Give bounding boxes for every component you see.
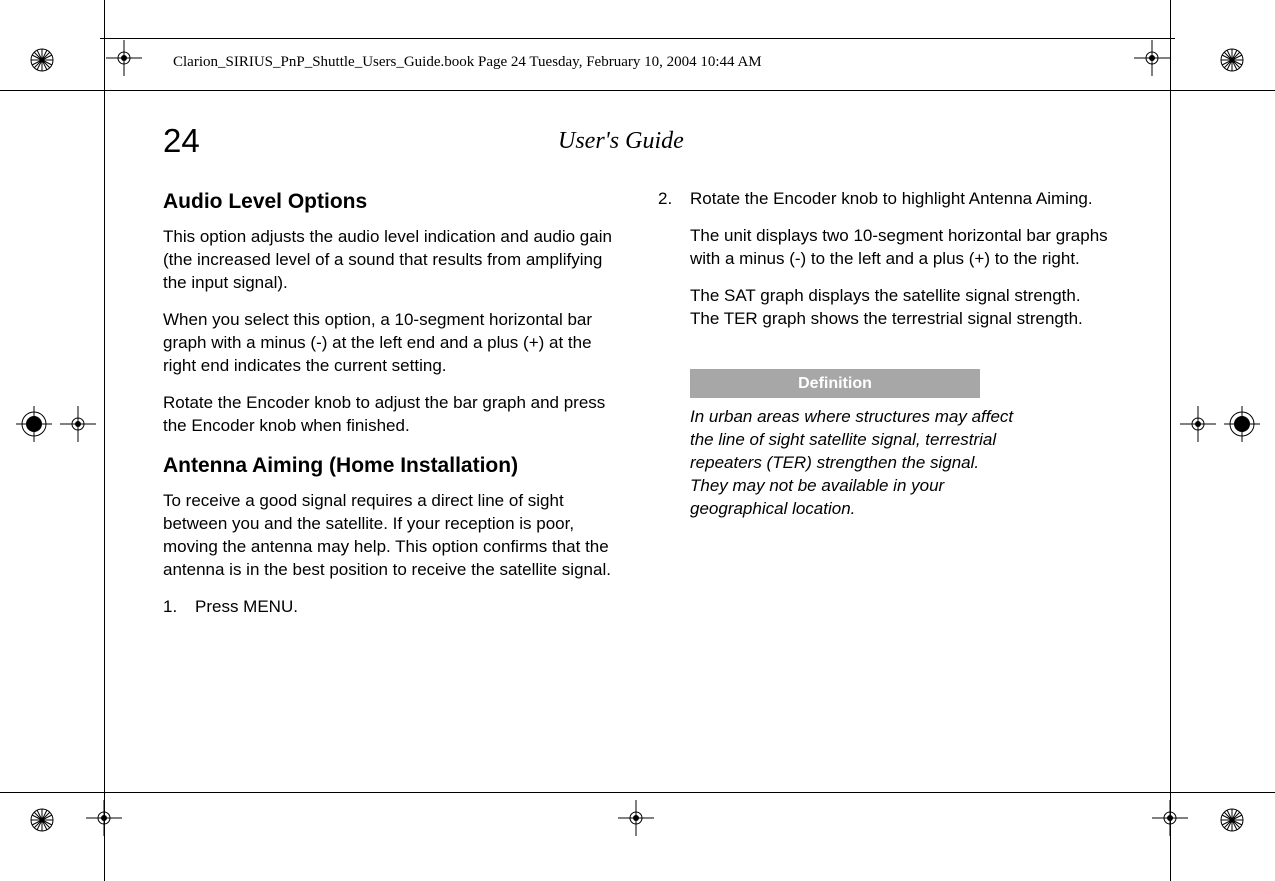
body-text: The SAT graph displays the satellite sig… bbox=[690, 285, 1113, 331]
page-number: 24 bbox=[163, 122, 200, 160]
definition-box: Definition In urban areas where structur… bbox=[690, 369, 1020, 521]
cross-mark-icon bbox=[60, 406, 96, 442]
cross-mark-icon bbox=[106, 40, 142, 76]
cross-mark-icon bbox=[618, 800, 654, 836]
heading-antenna-aiming: Antenna Aiming (Home Installation) bbox=[163, 452, 618, 480]
body-text: This option adjusts the audio level indi… bbox=[163, 226, 618, 295]
step-text: Rotate the Encoder knob to highlight Ant… bbox=[690, 188, 1113, 345]
definition-body: In urban areas where structures may affe… bbox=[690, 406, 1020, 521]
reg-mark-icon bbox=[24, 42, 60, 78]
cross-mark-icon bbox=[1180, 406, 1216, 442]
body-text: To receive a good signal requires a dire… bbox=[163, 490, 618, 582]
crop-line-top bbox=[100, 38, 1175, 39]
crop-line-lower bbox=[0, 792, 1275, 793]
column-right: 2. Rotate the Encoder knob to highlight … bbox=[658, 188, 1113, 633]
crop-line-right bbox=[1170, 0, 1171, 881]
heading-audio-level: Audio Level Options bbox=[163, 188, 618, 216]
step-text-line: Rotate the Encoder knob to highlight Ant… bbox=[690, 188, 1113, 211]
body-text: The unit displays two 10-segment horizon… bbox=[690, 225, 1113, 271]
body-text: When you select this option, a 10-segmen… bbox=[163, 309, 618, 378]
reg-mark-icon bbox=[1214, 42, 1250, 78]
definition-header: Definition bbox=[690, 369, 980, 399]
reg-mark-icon bbox=[24, 802, 60, 838]
reg-mark-icon bbox=[1214, 802, 1250, 838]
cross-mark-icon bbox=[86, 800, 122, 836]
page-header: 24 User's Guide bbox=[163, 122, 1113, 170]
step-number: 1. bbox=[163, 596, 195, 619]
reg-mark-icon bbox=[1224, 406, 1260, 442]
crop-line-left bbox=[104, 0, 105, 881]
column-left: Audio Level Options This option adjusts … bbox=[163, 188, 618, 633]
crop-line-upper bbox=[0, 90, 1275, 91]
page-content: 24 User's Guide Audio Level Options This… bbox=[163, 122, 1113, 633]
step-item: 1. Press MENU. bbox=[163, 596, 618, 619]
step-number: 2. bbox=[658, 188, 690, 345]
step-item: 2. Rotate the Encoder knob to highlight … bbox=[658, 188, 1113, 345]
step-text: Press MENU. bbox=[195, 596, 618, 619]
reg-mark-icon bbox=[16, 406, 52, 442]
cross-mark-icon bbox=[1134, 40, 1170, 76]
body-text: Rotate the Encoder knob to adjust the ba… bbox=[163, 392, 618, 438]
doc-title: User's Guide bbox=[558, 128, 684, 155]
book-header-line: Clarion_SIRIUS_PnP_Shuttle_Users_Guide.b… bbox=[173, 54, 762, 71]
cross-mark-icon bbox=[1152, 800, 1188, 836]
